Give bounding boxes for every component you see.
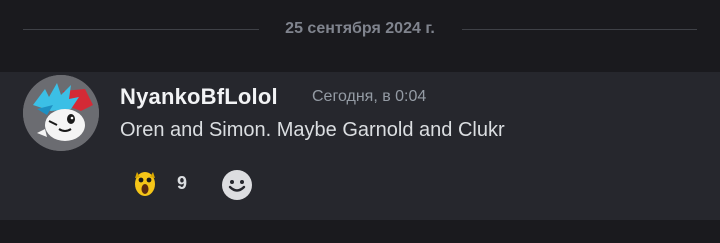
date-divider: 25 сентября 2024 г. [0, 0, 720, 60]
message-content: Oren and Simon. Maybe Garnold and Clukr [120, 119, 505, 141]
add-reaction-button[interactable] [220, 168, 254, 202]
avatar-icon [23, 75, 99, 151]
message-item[interactable]: NyankoBfLolol Сегодня, в 0:04 Oren and S… [0, 72, 720, 220]
smiley-face-icon [222, 170, 252, 200]
reaction-count: 9 [177, 172, 188, 193]
divider-line-right [462, 29, 697, 30]
avatar[interactable] [23, 75, 99, 151]
reaction-button[interactable]: 9 [126, 166, 200, 200]
divider-date: 25 сентября 2024 г. [285, 20, 435, 37]
message-author[interactable]: NyankoBfLolol [120, 84, 278, 110]
screaming-face-emoji-icon [135, 172, 155, 196]
divider-line-left [23, 29, 259, 30]
message-timestamp: Сегодня, в 0:04 [312, 88, 427, 105]
